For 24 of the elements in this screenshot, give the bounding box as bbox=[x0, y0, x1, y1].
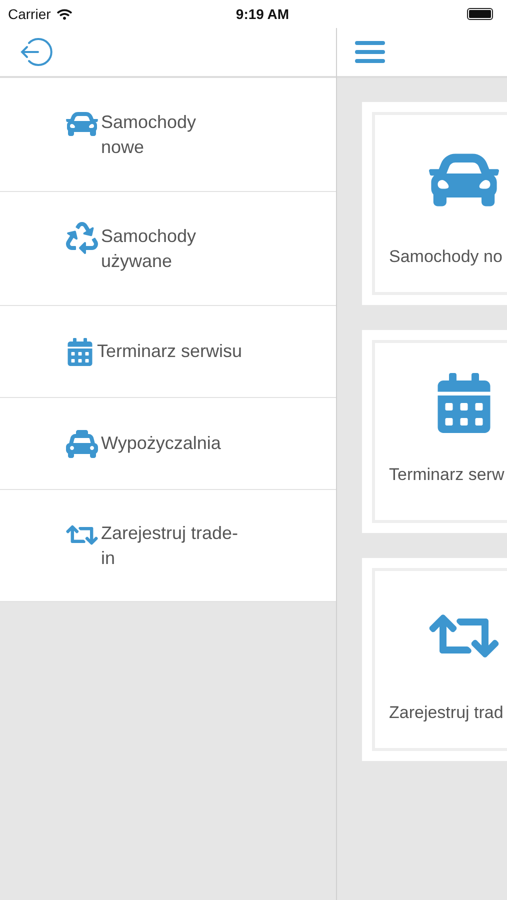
menu-item[interactable]: Zarejestruj trade- in bbox=[0, 490, 336, 602]
wifi-icon bbox=[56, 6, 72, 22]
menu-item[interactable]: Terminarz serwisu bbox=[0, 306, 336, 398]
menu-icon[interactable] bbox=[355, 40, 385, 64]
tile-card[interactable]: Zarejestruj trad bbox=[362, 558, 507, 761]
status-time: 9:19 AM bbox=[234, 6, 290, 22]
tile-label: Terminarz serw bbox=[388, 465, 504, 485]
menu-item-label: Samochody nowe bbox=[101, 110, 196, 158]
recycle-icon bbox=[66, 222, 98, 254]
taxi-icon bbox=[66, 428, 98, 460]
menu-item-label: Wypożyczalnia bbox=[101, 432, 221, 455]
menu-item-label: Zarejestruj trade- in bbox=[101, 522, 238, 570]
carrier-label: Carrier bbox=[8, 6, 51, 22]
menu-item-label: Terminarz serwisu bbox=[97, 340, 242, 363]
menu-item[interactable]: Wypożyczalnia bbox=[0, 398, 336, 490]
tile-label: Zarejestruj trad bbox=[388, 703, 504, 723]
tile-label: Samochody no bbox=[388, 247, 502, 267]
menu-item[interactable]: Samochody nowe bbox=[0, 78, 336, 192]
battery-icon bbox=[467, 8, 493, 20]
tile-card[interactable]: Samochody no bbox=[362, 102, 507, 305]
menu-item-label: Samochody używane bbox=[101, 224, 196, 273]
menu-item[interactable]: Samochody używane bbox=[0, 192, 336, 306]
calendar-icon bbox=[66, 338, 94, 366]
tile-card[interactable]: Terminarz serw bbox=[362, 330, 507, 533]
